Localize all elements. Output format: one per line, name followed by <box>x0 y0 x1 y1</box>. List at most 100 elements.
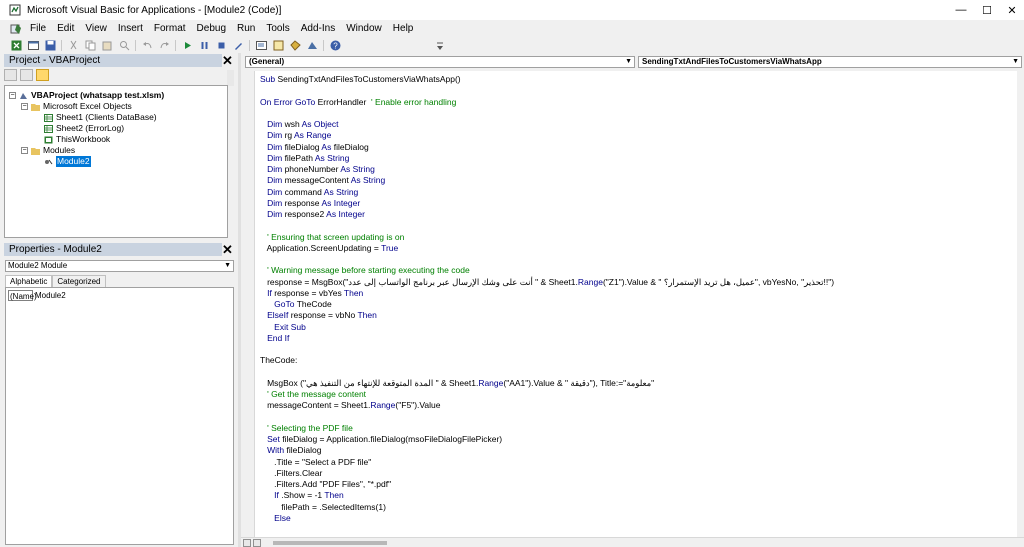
code-line[interactable]: ElseIf response = vbNo Then <box>260 310 377 321</box>
code-line[interactable]: Set fileDialog = Application.fileDialog(… <box>260 434 502 445</box>
cut-icon[interactable] <box>67 39 80 51</box>
design-mode-icon[interactable] <box>232 39 245 51</box>
horizontal-scroll-thumb[interactable] <box>273 541 387 545</box>
code-line[interactable]: If response = vbYes Then <box>260 288 363 299</box>
code-line[interactable]: Application.ScreenUpdating = True <box>260 243 399 254</box>
excel-view-icon[interactable] <box>10 23 22 35</box>
code-line[interactable]: .Filters.Clear <box>260 468 322 479</box>
code-horizontal-scrollbar[interactable] <box>241 537 1024 547</box>
code-line[interactable]: messageContent = Sheet1.Range("F5").Valu… <box>260 400 440 411</box>
menu-add-ins[interactable]: Add-Ins <box>296 20 341 37</box>
menu-debug[interactable]: Debug <box>192 20 232 37</box>
code-line[interactable]: filePath = .SelectedItems(1) <box>260 502 386 513</box>
menu-help[interactable]: Help <box>388 20 420 37</box>
project-scrollbar[interactable] <box>227 70 234 86</box>
tab-categorized[interactable]: Categorized <box>52 275 106 287</box>
code-vertical-scrollbar[interactable] <box>1017 71 1024 537</box>
code-comment-line[interactable]: ' Selecting the PDF file <box>260 423 353 434</box>
object-combo[interactable]: (General) ▼ <box>245 56 635 68</box>
insert-module-icon[interactable] <box>27 39 40 51</box>
tree-node-sheet1[interactable]: Sheet1 (Clients DataBase) <box>44 112 157 123</box>
tree-node-thisworkbook[interactable]: ThisWorkbook <box>44 134 110 145</box>
code-line[interactable]: Dim command As String <box>260 187 358 198</box>
code-line[interactable]: Dim wsh As Object <box>260 119 338 130</box>
properties-window-icon[interactable] <box>272 39 285 51</box>
copy-icon[interactable] <box>84 39 97 51</box>
help-icon[interactable]: ? <box>329 39 342 51</box>
code-comment-line[interactable]: ' Ensuring that screen updating is on <box>260 232 404 243</box>
code-line[interactable]: Dim rg As Range <box>260 130 331 141</box>
code-line[interactable]: Dim fileDialog As fileDialog <box>260 142 369 153</box>
tree-node-root[interactable]: VBAProject (whatsapp test.xlsm) <box>19 90 164 101</box>
paste-icon[interactable] <box>101 39 114 51</box>
code-line[interactable]: MsgBox ("المدة المتوقعة للإنتهاء من التن… <box>260 378 654 389</box>
view-excel-icon[interactable] <box>10 39 23 51</box>
code-line[interactable]: If .Show = -1 Then <box>260 490 344 501</box>
menu-run[interactable]: Run <box>232 20 261 37</box>
code-line[interactable]: Sub SendingTxtAndFilesToCustomersViaWhat… <box>260 74 461 85</box>
tree-node-excel-objects[interactable]: Microsoft Excel Objects <box>31 101 132 112</box>
code-line[interactable]: Dim response As Integer <box>260 198 360 209</box>
toolbar-options-icon[interactable] <box>436 40 444 52</box>
properties-object-combo[interactable]: Module2 Module ▼ <box>5 260 234 272</box>
project-explorer-icon[interactable] <box>255 39 268 51</box>
view-code-icon[interactable] <box>4 69 17 81</box>
code-editor[interactable]: Sub SendingTxtAndFilesToCustomersViaWhat… <box>255 71 1017 537</box>
tree-node-sheet2[interactable]: Sheet2 (ErrorLog) <box>44 123 124 134</box>
code-line[interactable]: Dim phoneNumber As String <box>260 164 375 175</box>
project-panel-close-button[interactable]: ✕ <box>222 54 233 67</box>
code-margin-indicator-bar[interactable] <box>241 71 255 537</box>
run-icon[interactable] <box>181 39 194 51</box>
save-icon[interactable] <box>44 39 57 51</box>
code-line[interactable]: Dim messageContent As String <box>260 175 385 186</box>
code-line[interactable]: GoTo TheCode <box>260 299 332 310</box>
code-line[interactable]: Dim filePath As String <box>260 153 349 164</box>
toggle-folders-icon[interactable] <box>36 69 49 81</box>
object-browser-icon[interactable] <box>289 39 302 51</box>
code-line[interactable]: With fileDialog <box>260 445 321 456</box>
chevron-down-icon[interactable]: ▼ <box>625 57 632 67</box>
menu-tools[interactable]: Tools <box>261 20 295 37</box>
code-line[interactable]: .Filters.Add "PDF Files", "*.pdf" <box>260 479 391 490</box>
procedure-combo[interactable]: SendingTxtAndFilesToCustomersViaWhatsApp… <box>638 56 1022 68</box>
worksheet-icon <box>44 113 53 122</box>
expand-modules-icon[interactable]: − <box>21 147 28 154</box>
find-icon[interactable] <box>118 39 131 51</box>
property-row-name[interactable]: (Name) Module2 <box>8 290 66 301</box>
chevron-down-icon[interactable]: ▼ <box>1012 57 1019 67</box>
menu-format[interactable]: Format <box>149 20 192 37</box>
break-icon[interactable] <box>198 39 211 51</box>
code-line[interactable]: Else <box>260 513 291 524</box>
code-line[interactable]: .Title = "Select a PDF file" <box>260 457 371 468</box>
toolbox-icon[interactable] <box>306 39 319 51</box>
code-line[interactable]: Exit Sub <box>260 322 306 333</box>
code-line[interactable]: Dim response2 As Integer <box>260 209 365 220</box>
property-value[interactable]: Module2 <box>33 290 66 301</box>
chevron-down-icon[interactable]: ▼ <box>224 261 231 271</box>
close-button[interactable]: ✕ <box>989 0 1024 20</box>
code-line[interactable]: response = MsgBox("أنت على وشك الإرسال ع… <box>260 277 834 288</box>
code-line[interactable]: On Error GoTo ErrorHandler ' Enable erro… <box>260 97 456 108</box>
reset-icon[interactable] <box>215 39 228 51</box>
full-module-view-icon[interactable] <box>253 539 261 547</box>
properties-panel-close-button[interactable]: ✕ <box>222 243 233 256</box>
code-comment-line[interactable]: ' Get the message content <box>260 389 366 400</box>
code-line[interactable]: TheCode: <box>260 355 297 366</box>
code-line[interactable]: End If <box>260 333 289 344</box>
tree-node-modules[interactable]: Modules <box>31 145 75 156</box>
menu-window[interactable]: Window <box>341 20 388 37</box>
tree-node-module2[interactable]: Module2 <box>44 156 91 167</box>
expand-root-icon[interactable]: − <box>9 92 16 99</box>
folder-open-icon <box>31 147 40 155</box>
code-comment-line[interactable]: ' Warning message before starting execut… <box>260 265 470 276</box>
menu-insert[interactable]: Insert <box>113 20 149 37</box>
menu-view[interactable]: View <box>80 20 113 37</box>
expand-excel-objects-icon[interactable]: − <box>21 103 28 110</box>
procedure-view-icon[interactable] <box>243 539 251 547</box>
menu-file[interactable]: File <box>28 20 52 37</box>
undo-icon[interactable] <box>141 39 154 51</box>
menu-edit[interactable]: Edit <box>52 20 80 37</box>
view-object-icon[interactable] <box>20 69 33 81</box>
redo-icon[interactable] <box>158 39 171 51</box>
tab-alphabetic[interactable]: Alphabetic <box>5 275 53 287</box>
